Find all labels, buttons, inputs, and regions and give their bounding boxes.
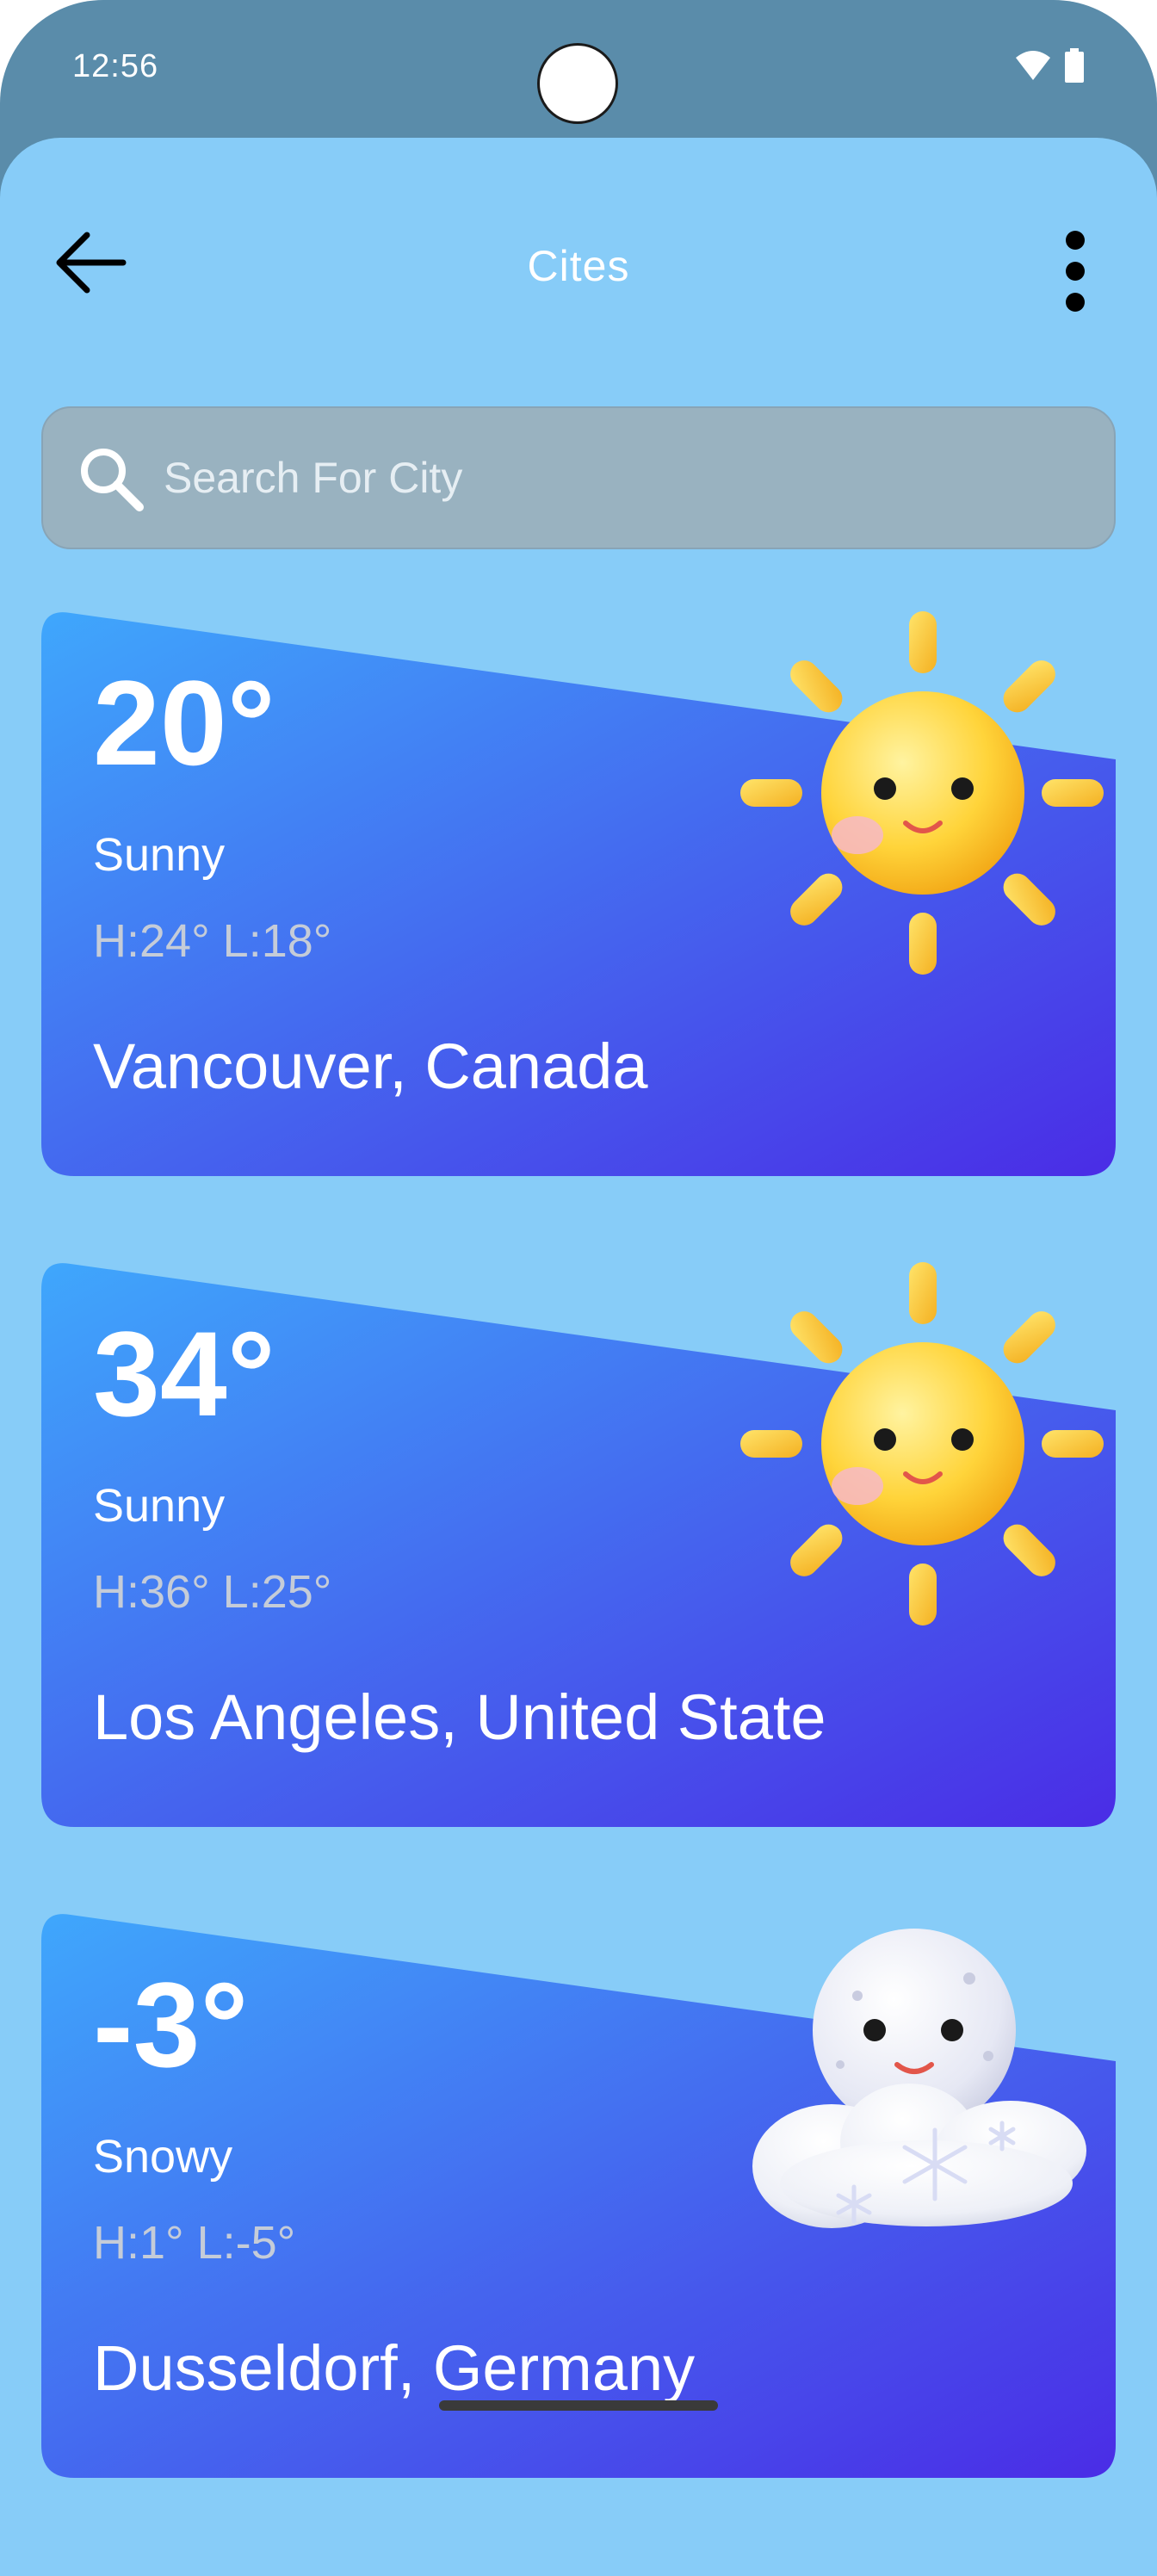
condition: Sunny bbox=[93, 1480, 226, 1532]
status-bar: 12:56 bbox=[0, 0, 1157, 138]
battery-icon bbox=[1064, 48, 1085, 87]
device-frame: 12:56 Cites Search For City 20° Sunny H:… bbox=[0, 0, 1157, 2576]
search-input[interactable] bbox=[162, 434, 1114, 522]
search-icon bbox=[69, 437, 152, 519]
location-name: Los Angeles, United State bbox=[93, 1681, 826, 1753]
more-options-button[interactable] bbox=[1028, 217, 1123, 329]
wifi-icon bbox=[1014, 49, 1052, 86]
search-bar[interactable] bbox=[41, 406, 1116, 549]
status-icons bbox=[1014, 48, 1085, 87]
city-card-los-angeles[interactable]: 34° Sunny H:36° L:25° Los Angeles, Unite… bbox=[41, 1259, 1116, 1827]
status-time: 12:56 bbox=[72, 48, 159, 84]
temperature: -3° bbox=[93, 1957, 249, 2092]
city-card-vancouver[interactable]: 20° Sunny H:24° L:18° Vancouver, Canada bbox=[41, 608, 1116, 1176]
high-low: H:1° L:-5° bbox=[93, 2217, 296, 2269]
cities-screen: Cites Search For City 20° Sunny H:24° L:… bbox=[0, 138, 1157, 2576]
home-indicator[interactable] bbox=[439, 2400, 718, 2411]
location-name: Vancouver, Canada bbox=[93, 1031, 648, 1102]
city-card-dusseldorf[interactable]: -3° Snowy H:1° L:-5° Dusseldorf, Germany bbox=[41, 1910, 1116, 2478]
camera-cutout bbox=[537, 43, 618, 124]
page-title: Cites bbox=[527, 242, 630, 290]
location-name: Dusseldorf, Germany bbox=[93, 2332, 696, 2404]
condition: Sunny bbox=[93, 829, 226, 881]
condition: Snowy bbox=[93, 2131, 233, 2183]
temperature: 20° bbox=[93, 655, 275, 790]
temperature: 34° bbox=[93, 1306, 275, 1441]
more-vertical-icon bbox=[1062, 230, 1088, 317]
high-low: H:36° L:25° bbox=[93, 1566, 332, 1618]
snow-cloud-icon bbox=[752, 1929, 1086, 2228]
top-app-bar: Cites bbox=[0, 138, 1157, 387]
sun-icon bbox=[740, 611, 1104, 975]
high-low: H:24° L:18° bbox=[93, 915, 332, 967]
sun-icon bbox=[740, 1262, 1104, 1625]
